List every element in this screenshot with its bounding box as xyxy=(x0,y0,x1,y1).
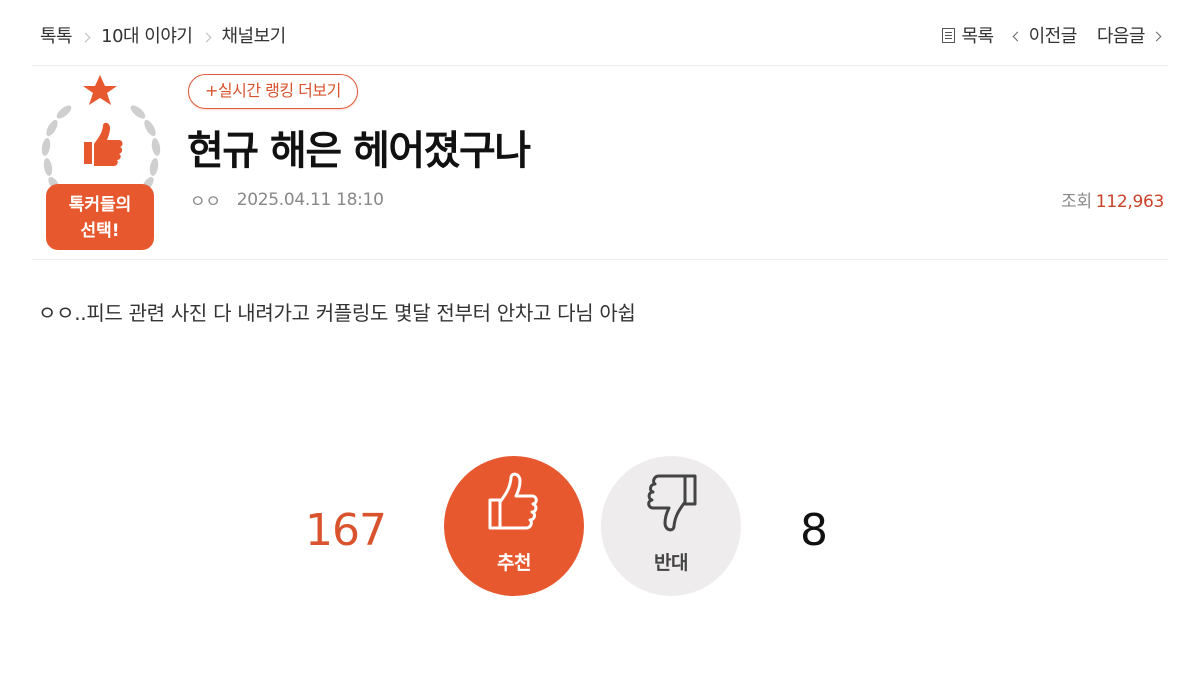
divider xyxy=(32,65,1168,66)
list-label: 목록 xyxy=(961,26,995,47)
views-label: 조회 xyxy=(1061,192,1092,212)
svg-text:톡커들의: 톡커들의 xyxy=(69,195,132,215)
realtime-ranking-button[interactable]: +실시간 랭킹 더보기 xyxy=(188,74,358,109)
prev-label: 이전글 xyxy=(1028,26,1078,47)
post-title: 현규 해은 헤어졌구나 xyxy=(187,128,531,174)
upvote-button[interactable]: 추천 xyxy=(444,456,584,596)
views-number: 112,963 xyxy=(1095,192,1165,212)
list-button[interactable]: 목록 xyxy=(941,22,995,48)
post-navigation: 목록 이전글 다음글 xyxy=(922,22,1162,48)
breadcrumb-teens[interactable]: 10대 이야기 xyxy=(101,22,193,48)
prev-post-button[interactable]: 이전글 xyxy=(1012,22,1078,48)
downvote-button[interactable]: 반대 xyxy=(601,456,741,596)
breadcrumb: 톡톡 10대 이야기 채널보기 xyxy=(40,22,286,48)
breadcrumb-channel[interactable]: 채널보기 xyxy=(222,22,287,48)
author-name: ㅇㅇ xyxy=(190,192,221,212)
thumbs-up-icon xyxy=(73,115,127,169)
chevron-right-icon xyxy=(1151,31,1162,41)
downvote-label: 반대 xyxy=(654,552,688,574)
downvote-count: 8 xyxy=(800,505,828,556)
next-label: 다음글 xyxy=(1096,26,1146,47)
thumbs-down-icon xyxy=(647,474,697,532)
star-icon xyxy=(83,75,117,105)
post-meta: ㅇㅇ 2025.04.11 18:10 xyxy=(190,187,384,213)
svg-text:선택!: 선택! xyxy=(80,221,119,241)
next-post-button[interactable]: 다음글 xyxy=(1096,22,1162,48)
upvote-count: 167 xyxy=(305,505,387,556)
talkers-choice-badge: 톡커들의 선택! xyxy=(41,75,161,250)
thumbs-up-icon xyxy=(488,472,538,530)
post-body: ㅇㅇ..피드 관련 사진 다 내려가고 커플링도 몇달 전부터 안차고 다님 아… xyxy=(38,301,636,325)
chevron-right-icon xyxy=(201,32,211,42)
list-icon xyxy=(941,27,955,43)
divider xyxy=(32,259,1168,260)
chevron-left-icon xyxy=(1012,31,1023,41)
breadcrumb-talktalk[interactable]: 톡톡 xyxy=(40,22,73,48)
upvote-label: 추천 xyxy=(497,552,531,574)
view-count: 조회 112,963 xyxy=(1061,187,1164,212)
chevron-right-icon xyxy=(80,32,91,42)
post-datetime: 2025.04.11 18:10 xyxy=(236,189,384,210)
top-bar: 톡톡 10대 이야기 채널보기 목록 이전글 다음글 xyxy=(0,0,1200,66)
